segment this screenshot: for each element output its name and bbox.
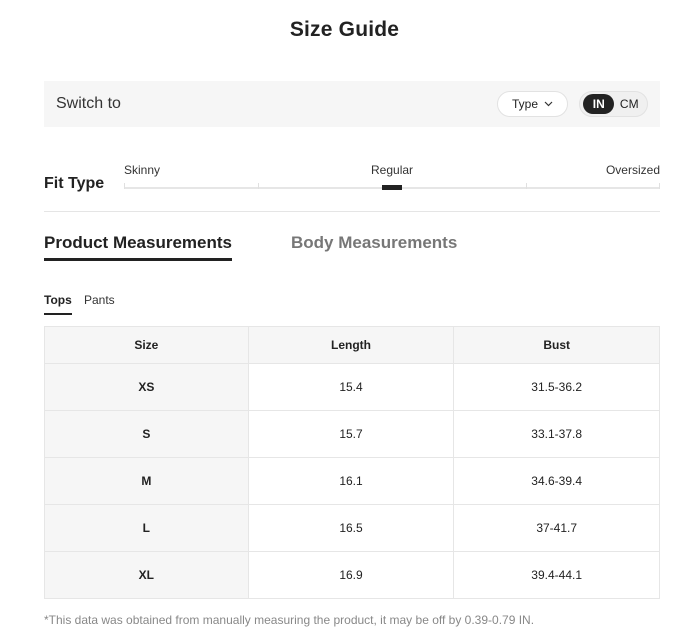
table-row: L 16.5 37-41.7 (44, 504, 660, 552)
length-cell: 15.7 (247, 410, 455, 458)
length-cell: 16.5 (247, 504, 455, 552)
size-cell: XL (44, 551, 249, 599)
table-header-row: Size Length Bust (44, 326, 660, 364)
fit-option-regular[interactable]: Regular (371, 163, 413, 177)
bust-cell: 34.6-39.4 (453, 457, 660, 505)
bust-cell: 37-41.7 (453, 504, 660, 552)
fit-scale-tick (124, 183, 125, 189)
unit-toggle: IN CM (579, 91, 648, 117)
fit-scale-tick (659, 183, 660, 189)
size-cell: S (44, 410, 249, 458)
divider (44, 211, 660, 212)
switch-label: Switch to (56, 95, 121, 112)
fit-option-oversized[interactable]: Oversized (606, 163, 660, 177)
table-row: XS 15.4 31.5-36.2 (44, 363, 660, 411)
page-title: Size Guide (289, 18, 400, 41)
size-cell: M (44, 457, 249, 505)
length-cell: 16.9 (247, 551, 455, 599)
table-row: S 15.7 33.1-37.8 (44, 410, 660, 458)
column-header-bust: Bust (453, 326, 660, 364)
fit-scale-marker (382, 185, 402, 190)
subtab-tops[interactable]: Tops (44, 293, 72, 315)
tab-body-measurements[interactable]: Body Measurements (291, 233, 457, 253)
column-header-size: Size (44, 326, 249, 364)
size-cell: L (44, 504, 249, 552)
chevron-down-icon (544, 101, 553, 107)
subtab-pants[interactable]: Pants (84, 293, 115, 307)
column-header-length: Length (247, 326, 455, 364)
size-table: Size Length Bust XS 15.4 31.5-36.2 S 15.… (44, 326, 660, 599)
fit-scale-tick (258, 183, 259, 189)
fit-scale-tick (526, 183, 527, 189)
size-cell: XS (44, 363, 249, 411)
type-dropdown-label: Type (511, 97, 538, 111)
unit-in-button[interactable]: IN (583, 94, 615, 114)
table-row: XL 16.9 39.4-44.1 (44, 551, 660, 599)
length-cell: 15.4 (247, 363, 455, 411)
switch-bar: Switch to Type IN CM (44, 81, 660, 127)
bust-cell: 33.1-37.8 (453, 410, 660, 458)
measurement-note: *This data was obtained from manually me… (44, 613, 535, 627)
bust-cell: 31.5-36.2 (453, 363, 660, 411)
type-dropdown[interactable]: Type (497, 91, 568, 117)
unit-cm-button[interactable]: CM (614, 94, 644, 114)
bust-cell: 39.4-44.1 (453, 551, 660, 599)
length-cell: 16.1 (247, 457, 455, 505)
tab-product-measurements[interactable]: Product Measurements (44, 233, 232, 261)
fit-type-label: Fit Type (44, 175, 105, 192)
table-row: M 16.1 34.6-39.4 (44, 457, 660, 505)
fit-option-skinny[interactable]: Skinny (124, 163, 160, 177)
